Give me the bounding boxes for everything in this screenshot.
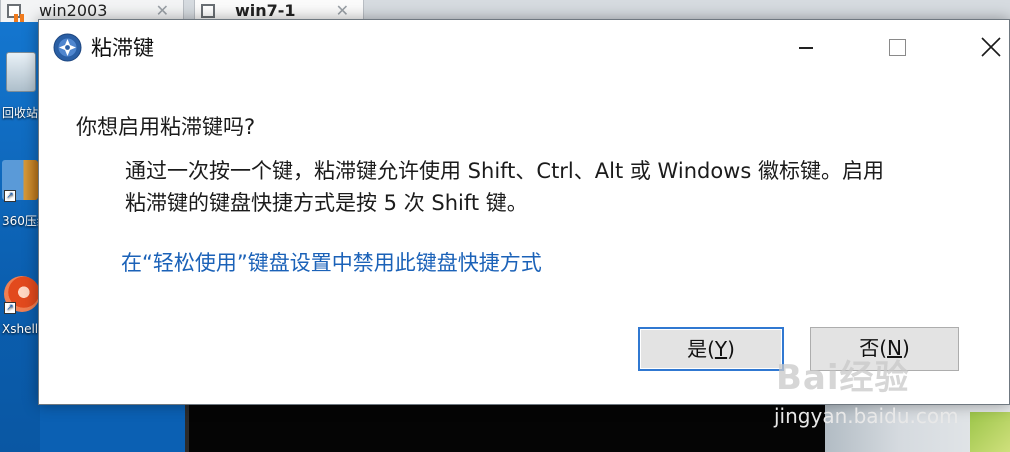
disable-shortcut-link[interactable]: 在“轻松使用”键盘设置中禁用此键盘快捷方式 <box>121 248 542 278</box>
recycle-bin-icon <box>6 52 36 92</box>
shortcut-arrow-icon: ↗ <box>4 190 16 202</box>
yes-button-text: 是( <box>687 337 715 361</box>
desktop-icon-label: 回收站 <box>2 106 39 120</box>
dialog-description: 通过一次按一个键，粘滞键允许使用 Shift、Ctrl、Alt 或 Window… <box>125 155 1005 219</box>
dialog-title: 粘滞键 <box>91 36 154 60</box>
pause-icon <box>14 14 26 22</box>
description-line: 通过一次按一个键，粘滞键允许使用 Shift、Ctrl、Alt 或 Window… <box>125 159 884 183</box>
yes-button-end: ) <box>727 337 735 361</box>
maximize-button[interactable] <box>875 28 921 68</box>
desktop-icon-360zip[interactable]: ↗ 360压缩 <box>0 160 49 230</box>
watermark-url: jingyan.baidu.com <box>774 404 959 428</box>
desktop-icon-xshell[interactable]: ↗ Xshell <box>0 272 40 342</box>
minimize-icon <box>799 47 813 49</box>
baidu-jingyan-watermark: Bai经验 jingyan.baidu.com <box>774 350 976 428</box>
maximize-icon <box>889 39 906 56</box>
minimize-button[interactable] <box>782 28 828 68</box>
sticky-keys-dialog: 粘滞键 你想启用粘滞键吗? 通过一次按一个键，粘滞键允许使用 Shift、Ctr… <box>38 19 1010 405</box>
dialog-question: 你想启用粘滞键吗? <box>76 115 256 139</box>
ease-of-access-icon <box>53 33 82 62</box>
vm-screen-area <box>185 404 829 452</box>
yes-button[interactable]: 是(Y) <box>638 327 784 371</box>
close-icon <box>981 37 1001 57</box>
close-button[interactable] <box>968 28 1010 68</box>
yes-button-accel: Y <box>714 337 728 361</box>
dialog-titlebar[interactable]: 粘滞键 <box>39 20 1009 76</box>
desktop-icon-label: Xshell <box>2 322 39 336</box>
shortcut-arrow-icon: ↗ <box>4 302 16 314</box>
vm-icon <box>201 4 215 18</box>
wallpaper-leaf <box>970 412 1010 452</box>
desktop-background-strip <box>40 404 185 452</box>
description-line: 粘滞键的键盘快捷方式是按 5 次 Shift 键。 <box>125 191 528 215</box>
desktop-icon-recycle-bin[interactable]: 回收站 <box>0 52 40 122</box>
watermark-brand: Bai经验 <box>776 358 910 398</box>
